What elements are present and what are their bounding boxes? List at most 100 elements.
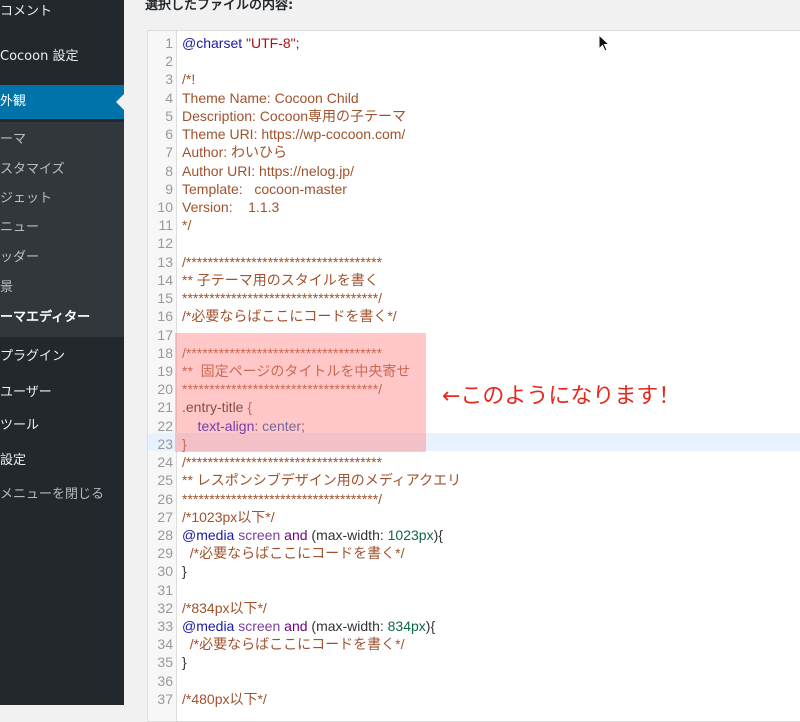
code-line[interactable]: 15 ************************************/ bbox=[148, 289, 800, 307]
code-token: @charset bbox=[182, 35, 247, 51]
line-source: /*834px以下*/ bbox=[182, 599, 267, 617]
line-number: 31 bbox=[157, 581, 173, 598]
sidebar-item-users[interactable]: ユーザー bbox=[0, 383, 124, 403]
line-number: 7 bbox=[165, 144, 173, 161]
code-token: /*必要ならばここにコードを書く*/ bbox=[182, 636, 405, 653]
line-source: } bbox=[182, 562, 187, 580]
sidebar-item-label: プラグイン bbox=[0, 349, 66, 364]
line-number: 24 bbox=[157, 454, 173, 471]
line-number: 30 bbox=[157, 563, 173, 580]
code-token: and bbox=[284, 526, 312, 543]
line-number: 33 bbox=[157, 618, 173, 635]
code-token: ************************************/ bbox=[182, 490, 383, 507]
code-line[interactable]: 4 Theme Name: Cocoon Child bbox=[148, 89, 800, 107]
code-token: /*必要ならばここにコードを書く*/ bbox=[182, 545, 405, 562]
line-number: 34 bbox=[157, 636, 173, 653]
sidebar-item-label: Cocoon 設定 bbox=[0, 49, 79, 64]
line-number: 20 bbox=[157, 381, 173, 398]
code-token: } bbox=[182, 563, 187, 580]
code-token: @media bbox=[182, 618, 239, 635]
code-line[interactable]: 31 bbox=[148, 581, 800, 599]
submenu-item-label: スタマイズ bbox=[0, 162, 65, 177]
code-token: Theme URI: https://wp-cocoon.com/ bbox=[182, 126, 406, 143]
code-line[interactable]: 14 ** 子テーマ用のスタイルを書く bbox=[148, 271, 800, 289]
line-source: Theme Name: Cocoon Child bbox=[182, 89, 359, 107]
line-number: 13 bbox=[157, 253, 173, 270]
code-line[interactable]: 37 /*480px以下*/ bbox=[148, 690, 800, 708]
code-line[interactable]: 9 Template: cocoon-master bbox=[148, 180, 800, 198]
code-line[interactable]: 13 /************************************ bbox=[148, 253, 800, 271]
code-token: } bbox=[182, 654, 187, 671]
sidebar-collapse-menu[interactable]: メニューを閉じる bbox=[0, 485, 124, 505]
sidebar-item-settings[interactable]: 設定 bbox=[0, 451, 124, 471]
code-line[interactable]: 16 /*必要ならばここにコードを書く*/ bbox=[148, 307, 800, 325]
code-token: /*必要ならばここにコードを書く*/ bbox=[182, 308, 397, 325]
code-line[interactable]: 27 /*1023px以下*/ bbox=[148, 508, 800, 526]
line-number: 23 bbox=[157, 435, 173, 452]
sidebar-item-comments[interactable]: コメント bbox=[0, 2, 124, 22]
sidebar-item-label: ツール bbox=[0, 418, 40, 433]
submenu-item-widgets[interactable]: ジェット bbox=[0, 189, 124, 209]
line-number: 37 bbox=[157, 690, 173, 707]
code-line[interactable]: 10 Version: 1.1.3 bbox=[148, 198, 800, 216]
code-line[interactable]: 34 /*必要ならばここにコードを書く*/ bbox=[148, 635, 800, 653]
line-source: /*必要ならばここにコードを書く*/ bbox=[182, 544, 405, 562]
annotation-text: ←このようになります！ bbox=[442, 384, 681, 409]
code-token: /************************************ bbox=[182, 253, 383, 270]
code-line[interactable]: 11 */ bbox=[148, 216, 800, 234]
mouse-cursor-icon bbox=[598, 34, 611, 52]
line-number: 25 bbox=[157, 472, 173, 489]
code-line[interactable]: 28 @media screen and (max-width: 1023px){ bbox=[148, 526, 800, 544]
code-line[interactable]: 33 @media screen and (max-width: 834px){ bbox=[148, 617, 800, 635]
code-line[interactable]: 8 Author URI: https://nelog.jp/ bbox=[148, 162, 800, 180]
code-line[interactable]: 24 /************************************ bbox=[148, 453, 800, 471]
code-line[interactable]: 2 bbox=[148, 52, 800, 70]
code-line[interactable]: 29 /*必要ならばここにコードを書く*/ bbox=[148, 544, 800, 562]
sidebar-item-appearance[interactable]: 外観 bbox=[0, 85, 124, 119]
sidebar-item-plugins[interactable]: プラグイン bbox=[0, 347, 124, 367]
code-token: @media bbox=[182, 526, 239, 543]
line-source: /*1023px以下*/ bbox=[182, 508, 275, 526]
line-source: } bbox=[182, 653, 187, 671]
submenu-item-theme-editor[interactable]: ーマエディター bbox=[0, 308, 124, 328]
line-number: 17 bbox=[157, 326, 173, 343]
sidebar-item-tools[interactable]: ツール bbox=[0, 416, 124, 436]
line-source: ** 子テーマ用のスタイルを書く bbox=[182, 271, 379, 289]
submenu-item-themes[interactable]: ーマ bbox=[0, 130, 124, 150]
code-line[interactable]: 5 Description: Cocoon専用の子テーマ bbox=[148, 107, 800, 125]
submenu-item-label: ジェット bbox=[0, 191, 53, 206]
submenu-item-customize[interactable]: スタマイズ bbox=[0, 160, 124, 180]
code-line[interactable]: 25 ** レスポンシブデザイン用のメディアクエリ bbox=[148, 471, 800, 489]
line-source: /*必要ならばここにコードを書く*/ bbox=[182, 635, 405, 653]
code-line[interactable]: 32 /*834px以下*/ bbox=[148, 599, 800, 617]
code-line[interactable]: 1 @charset "UTF-8"; bbox=[148, 34, 800, 52]
submenu-item-menus[interactable]: ニュー bbox=[0, 218, 124, 238]
code-line[interactable]: 35} bbox=[148, 653, 800, 671]
code-line[interactable]: 12 bbox=[148, 234, 800, 252]
submenu-item-header[interactable]: ッダー bbox=[0, 248, 124, 268]
line-number: 5 bbox=[165, 107, 173, 124]
code-token: Author: わいひら bbox=[182, 144, 288, 161]
code-line[interactable]: 30} bbox=[148, 562, 800, 580]
line-source: ************************************/ bbox=[182, 289, 382, 307]
code-line[interactable]: 36 bbox=[148, 672, 800, 690]
line-number: 12 bbox=[157, 235, 173, 252]
sidebar-item-cocoon-settings[interactable]: Cocoon 設定 bbox=[0, 47, 124, 67]
code-token: (max-width: bbox=[311, 526, 388, 543]
line-source: /*! bbox=[182, 70, 195, 88]
code-token: ************************************/ bbox=[182, 290, 383, 307]
code-token: ; bbox=[295, 35, 300, 51]
line-source: /************************************ bbox=[182, 453, 382, 471]
line-source: */ bbox=[182, 216, 191, 234]
submenu-item-background[interactable]: 景 bbox=[0, 278, 124, 298]
code-token: 834px bbox=[387, 618, 426, 635]
line-source: Author URI: https://nelog.jp/ bbox=[182, 162, 354, 180]
code-token: ** レスポンシブデザイン用のメディアクエリ bbox=[182, 472, 462, 489]
code-line[interactable]: 6 Theme URI: https://wp-cocoon.com/ bbox=[148, 125, 800, 143]
code-line[interactable]: 7 Author: わいひら bbox=[148, 143, 800, 161]
code-token: /*! bbox=[182, 71, 196, 88]
code-line[interactable]: 26 ************************************/ bbox=[148, 490, 800, 508]
line-source: @media screen and (max-width: 1023px){ bbox=[182, 526, 443, 544]
code-line[interactable]: 3 /*! bbox=[148, 70, 800, 88]
line-number: 10 bbox=[157, 198, 173, 215]
